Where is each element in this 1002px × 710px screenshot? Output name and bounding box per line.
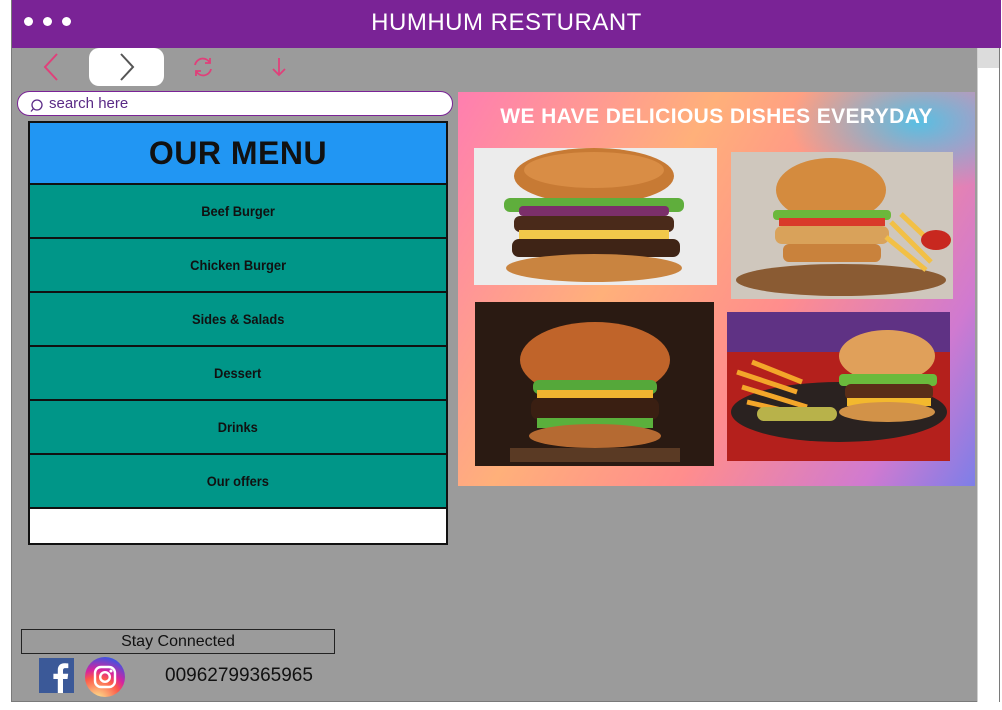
menu-item-beef-burger[interactable]: Beef Burger	[30, 185, 446, 239]
menu-panel: OUR MENU Beef Burger Chicken Burger Side…	[28, 121, 448, 545]
menu-item-drinks[interactable]: Drinks	[30, 401, 446, 455]
search-placeholder: search here	[49, 95, 129, 112]
forward-button[interactable]	[89, 48, 164, 86]
phone-number: 00962799365965	[165, 665, 313, 686]
burger-photo	[731, 152, 953, 299]
menu-item-label: Our offers	[206, 473, 270, 489]
download-button[interactable]	[267, 48, 291, 86]
instagram-icon[interactable]	[85, 657, 125, 697]
window-title: HUMHUM RESTURANT	[371, 9, 642, 36]
search-input[interactable]: search here	[17, 91, 453, 116]
arrow-down-icon	[272, 58, 286, 77]
menu-item-chicken-burger[interactable]: Chicken Burger	[30, 239, 446, 293]
menu-item-dessert[interactable]: Dessert	[30, 347, 446, 401]
menu-item-label: Sides & Salads	[191, 311, 285, 327]
menu-title: OUR MENU	[148, 134, 328, 171]
chevron-left-icon	[43, 53, 58, 81]
search-icon	[30, 99, 43, 112]
promo-banner: WE HAVE DELICIOUS DISHES EVERYDAY	[458, 92, 975, 486]
stay-connected-label: Stay Connected	[21, 629, 335, 654]
burger-photo	[727, 312, 950, 461]
promo-heading: WE HAVE DELICIOUS DISHES EVERYDAY	[500, 105, 933, 128]
chevron-right-icon	[119, 53, 134, 81]
refresh-button[interactable]	[188, 48, 218, 86]
title-bar: HUMHUM RESTURANT	[12, 0, 1001, 48]
menu-item-sides-salads[interactable]: Sides & Salads	[30, 293, 446, 347]
menu-item-label: Beef Burger	[201, 203, 275, 219]
burger-photo	[475, 302, 714, 466]
vertical-scrollbar[interactable]	[977, 48, 999, 702]
back-button[interactable]	[34, 48, 68, 86]
menu-item-label: Chicken Burger	[190, 257, 286, 273]
menu-item-label: Drinks	[217, 419, 259, 435]
menu-item-our-offers[interactable]: Our offers	[30, 455, 446, 509]
facebook-icon[interactable]	[39, 658, 74, 693]
refresh-icon	[194, 57, 212, 77]
browser-window: HUMHUM RESTURANT search here OUR MENU Be…	[11, 0, 1001, 702]
burger-photo	[474, 148, 717, 285]
menu-header: OUR MENU	[30, 123, 446, 185]
scrollbar-thumb[interactable]	[978, 48, 999, 68]
menu-item-label: Dessert	[214, 365, 262, 381]
